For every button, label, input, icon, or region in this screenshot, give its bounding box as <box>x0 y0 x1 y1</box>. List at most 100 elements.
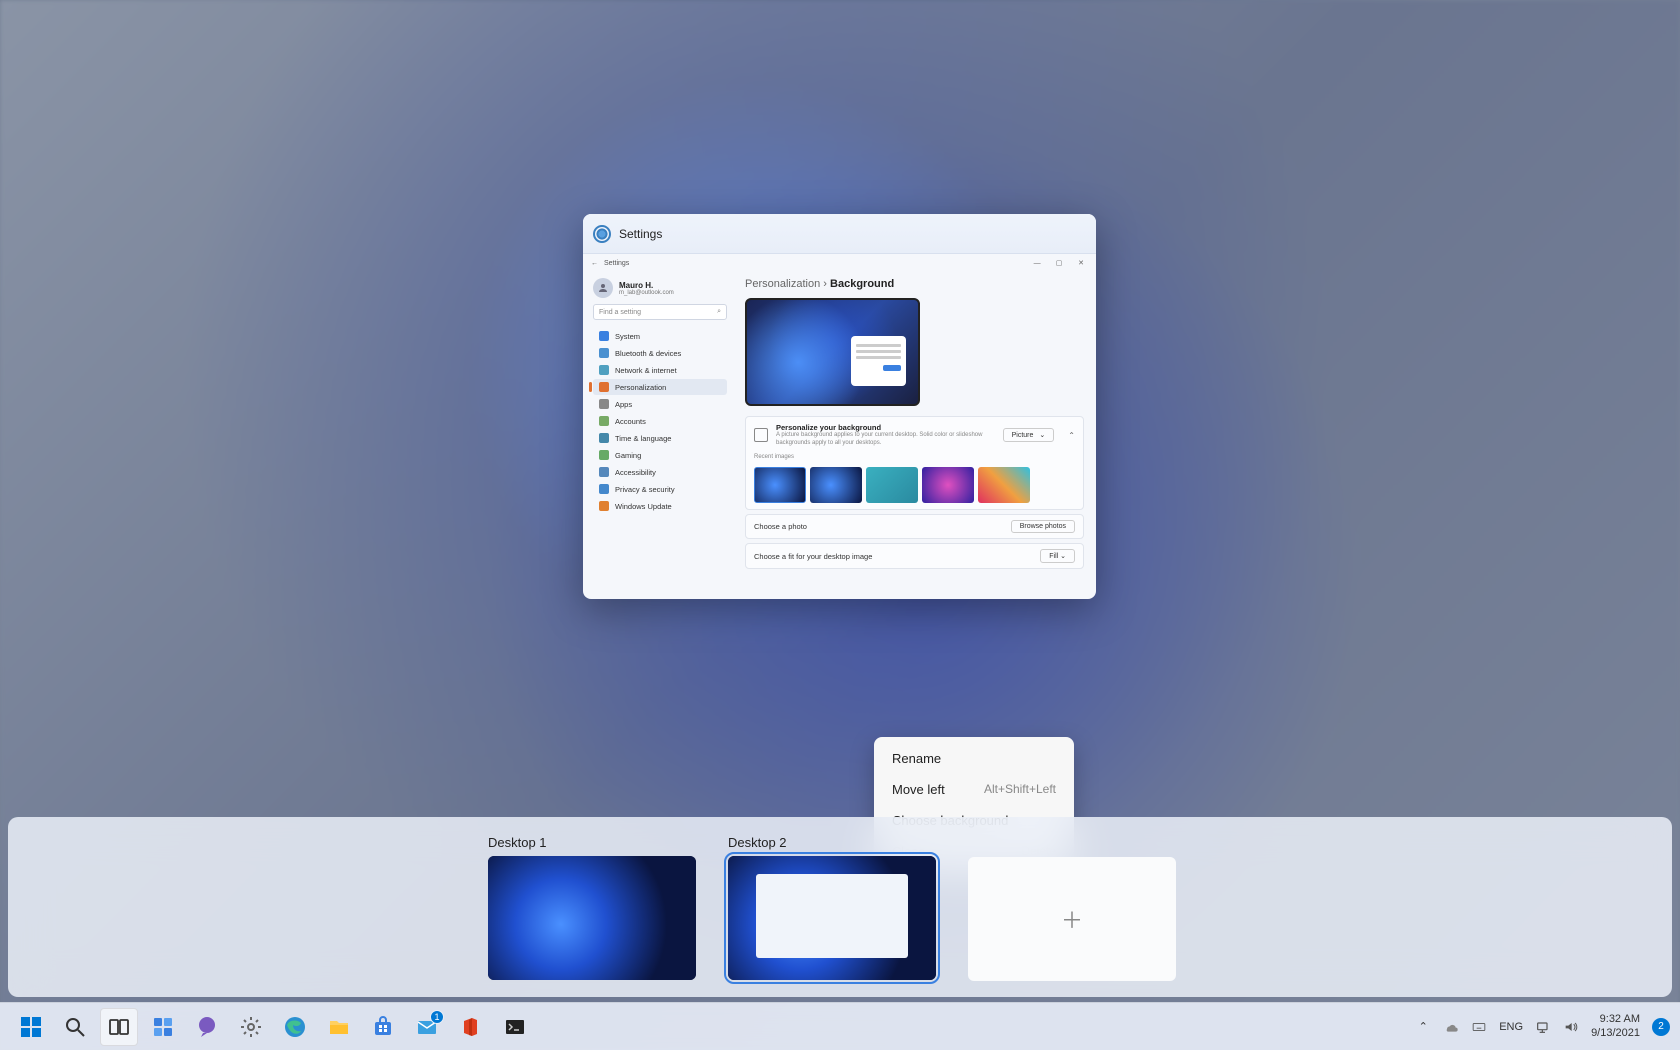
context-menu-item-move-left[interactable]: Move leftAlt+Shift+Left <box>880 774 1068 805</box>
context-menu-item-rename[interactable]: Rename <box>880 743 1068 774</box>
breadcrumb-parent[interactable]: Personalization <box>745 278 820 290</box>
sidebar-item-accounts[interactable]: Accounts <box>593 413 727 429</box>
nav-item-icon <box>599 501 609 511</box>
settings-app-title: Settings <box>619 227 662 241</box>
recent-image-thumb[interactable] <box>754 467 806 503</box>
context-item-label: Rename <box>892 751 941 766</box>
settings-titlebar: Settings <box>583 214 1096 254</box>
picture-icon <box>754 428 768 442</box>
edge-button[interactable] <box>276 1008 314 1046</box>
user-block[interactable]: Mauro H. m_lab@outlook.com <box>593 278 727 298</box>
settings-app-button[interactable] <box>232 1008 270 1046</box>
close-icon[interactable]: ✕ <box>1074 259 1088 267</box>
window-controls: — ▢ ✕ <box>1024 259 1088 267</box>
settings-window-preview[interactable]: Settings ← Settings — ▢ ✕ Mauro H. m_lab… <box>583 214 1096 599</box>
nav-item-icon <box>599 382 609 392</box>
widgets-button[interactable] <box>144 1008 182 1046</box>
user-name: Mauro H. <box>619 281 674 290</box>
nav-item-icon <box>599 331 609 341</box>
nav-item-label: Privacy & security <box>615 485 675 494</box>
nav-item-label: Accounts <box>615 417 646 426</box>
maximize-icon[interactable]: ▢ <box>1052 259 1066 267</box>
background-type-select[interactable]: Picture ⌄ <box>1003 428 1055 442</box>
fit-select[interactable]: Fill ⌄ <box>1040 549 1075 563</box>
user-email: m_lab@outlook.com <box>619 290 674 296</box>
nav-item-label: System <box>615 332 640 341</box>
nav-item-icon <box>599 433 609 443</box>
thumb-window-preview <box>756 874 908 958</box>
task-view-button[interactable] <box>100 1008 138 1046</box>
clock-time: 9:32 AM <box>1591 1013 1640 1026</box>
virtual-desktop-label: Desktop 2 <box>728 835 936 850</box>
search-placeholder: Find a setting <box>599 309 641 316</box>
file-explorer-button[interactable] <box>320 1008 358 1046</box>
store-button[interactable] <box>364 1008 402 1046</box>
sidebar-item-system[interactable]: System <box>593 328 727 344</box>
nav-item-icon <box>599 467 609 477</box>
back-arrow-icon[interactable]: ← <box>591 260 598 267</box>
context-item-shortcut: Alt+Shift+Left <box>984 782 1056 797</box>
virtual-desktop-thumb[interactable] <box>488 856 696 980</box>
recent-image-thumb[interactable] <box>978 467 1030 503</box>
notification-badge[interactable]: 2 <box>1652 1018 1670 1036</box>
terminal-button[interactable] <box>496 1008 534 1046</box>
mail-badge: 1 <box>430 1010 444 1024</box>
start-button[interactable] <box>12 1008 50 1046</box>
preview-mini-window <box>851 336 906 386</box>
settings-gear-icon <box>593 225 611 243</box>
onedrive-icon[interactable] <box>1443 1019 1459 1035</box>
virtual-desktop-item[interactable]: Desktop 1 <box>488 835 696 980</box>
breadcrumb-current: Background <box>830 278 894 290</box>
language-indicator[interactable]: ENG <box>1499 1021 1523 1033</box>
sidebar-item-accessibility[interactable]: Accessibility <box>593 464 727 480</box>
virtual-desktop-label: Desktop 1 <box>488 835 696 850</box>
nav-item-label: Time & language <box>615 434 671 443</box>
sidebar-item-network-internet[interactable]: Network & internet <box>593 362 727 378</box>
network-icon[interactable] <box>1535 1019 1551 1035</box>
search-input[interactable]: Find a setting ⌕ <box>593 304 727 320</box>
search-icon: ⌕ <box>717 308 721 316</box>
plus-icon: ＋ <box>1061 903 1083 935</box>
settings-inner-header: ← Settings — ▢ ✕ <box>583 254 1096 272</box>
sidebar-item-bluetooth-devices[interactable]: Bluetooth & devices <box>593 345 727 361</box>
recent-image-thumb[interactable] <box>922 467 974 503</box>
sidebar-item-time-language[interactable]: Time & language <box>593 430 727 446</box>
search-button[interactable] <box>56 1008 94 1046</box>
recent-image-thumb[interactable] <box>866 467 918 503</box>
choose-fit-row: Choose a fit for your desktop image Fill… <box>745 543 1084 569</box>
nav-item-icon <box>599 416 609 426</box>
office-button[interactable] <box>452 1008 490 1046</box>
settings-sidebar: Mauro H. m_lab@outlook.com Find a settin… <box>583 272 733 599</box>
virtual-desktop-thumb[interactable] <box>728 856 936 980</box>
virtual-desktop-item[interactable]: Desktop 2 <box>728 835 936 980</box>
sidebar-item-windows-update[interactable]: Windows Update <box>593 498 727 514</box>
settings-nav: System Bluetooth & devicesNetwork & inter… <box>593 328 727 514</box>
teams-chat-button[interactable] <box>188 1008 226 1046</box>
sidebar-item-apps[interactable]: Apps <box>593 396 727 412</box>
recent-images-label: Recent images <box>754 454 1075 462</box>
keyboard-icon[interactable] <box>1471 1019 1487 1035</box>
chevron-up-icon[interactable]: ⌃ <box>1068 431 1075 440</box>
new-desktop-button[interactable]: ＋ <box>968 857 1176 981</box>
mail-button[interactable]: 1 <box>408 1008 446 1046</box>
taskbar-system-tray: ⌃ ENG 9:32 AM 9/13/2021 2 <box>1415 1013 1670 1039</box>
taskbar-pinned-apps: 1 <box>12 1008 534 1046</box>
recent-images-row <box>754 467 1075 503</box>
browse-photos-button[interactable]: Browse photos <box>1011 520 1075 533</box>
nav-item-icon <box>599 484 609 494</box>
volume-icon[interactable] <box>1563 1019 1579 1035</box>
sidebar-item-gaming[interactable]: Gaming <box>593 447 727 463</box>
personalize-background-card[interactable]: Personalize your background A picture ba… <box>745 416 1084 510</box>
nav-item-label: Accessibility <box>615 468 656 477</box>
recent-image-thumb[interactable] <box>810 467 862 503</box>
nav-item-label: Personalization <box>615 383 666 392</box>
clock[interactable]: 9:32 AM 9/13/2021 <box>1591 1013 1640 1039</box>
choose-photo-row: Choose a photo Browse photos <box>745 514 1084 539</box>
sidebar-item-privacy-security[interactable]: Privacy & security <box>593 481 727 497</box>
minimize-icon[interactable]: — <box>1030 260 1044 267</box>
card-desc: A picture background applies to your cur… <box>776 432 995 448</box>
avatar-icon <box>593 278 613 298</box>
sidebar-item-personalization[interactable]: Personalization <box>593 379 727 395</box>
tray-chevron-icon[interactable]: ⌃ <box>1415 1019 1431 1035</box>
nav-item-label: Windows Update <box>615 502 672 511</box>
